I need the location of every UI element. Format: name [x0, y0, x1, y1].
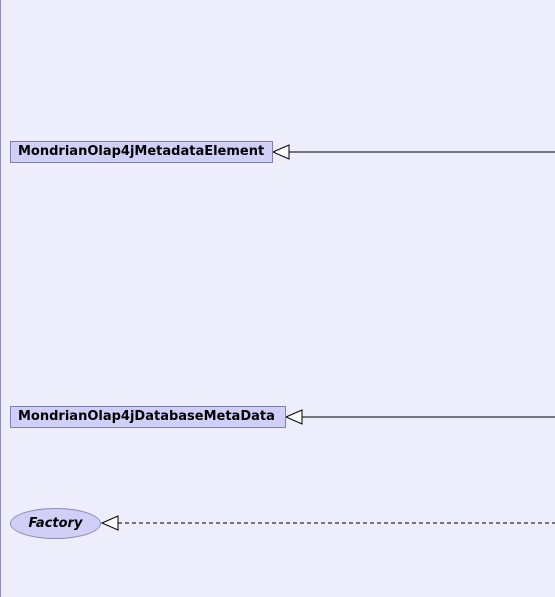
realization-arrowhead-icon [100, 515, 119, 531]
inheritance-arrowhead-icon [284, 409, 303, 425]
interface-node-factory[interactable]: Factory [10, 508, 101, 539]
inheritance-arrowhead-icon [271, 144, 290, 160]
class-node-metadata-element[interactable]: MondrianOlap4jMetadataElement [10, 141, 273, 163]
class-node-database-metadata[interactable]: MondrianOlap4jDatabaseMetaData [10, 406, 286, 428]
diagram-edges [100, 144, 555, 531]
